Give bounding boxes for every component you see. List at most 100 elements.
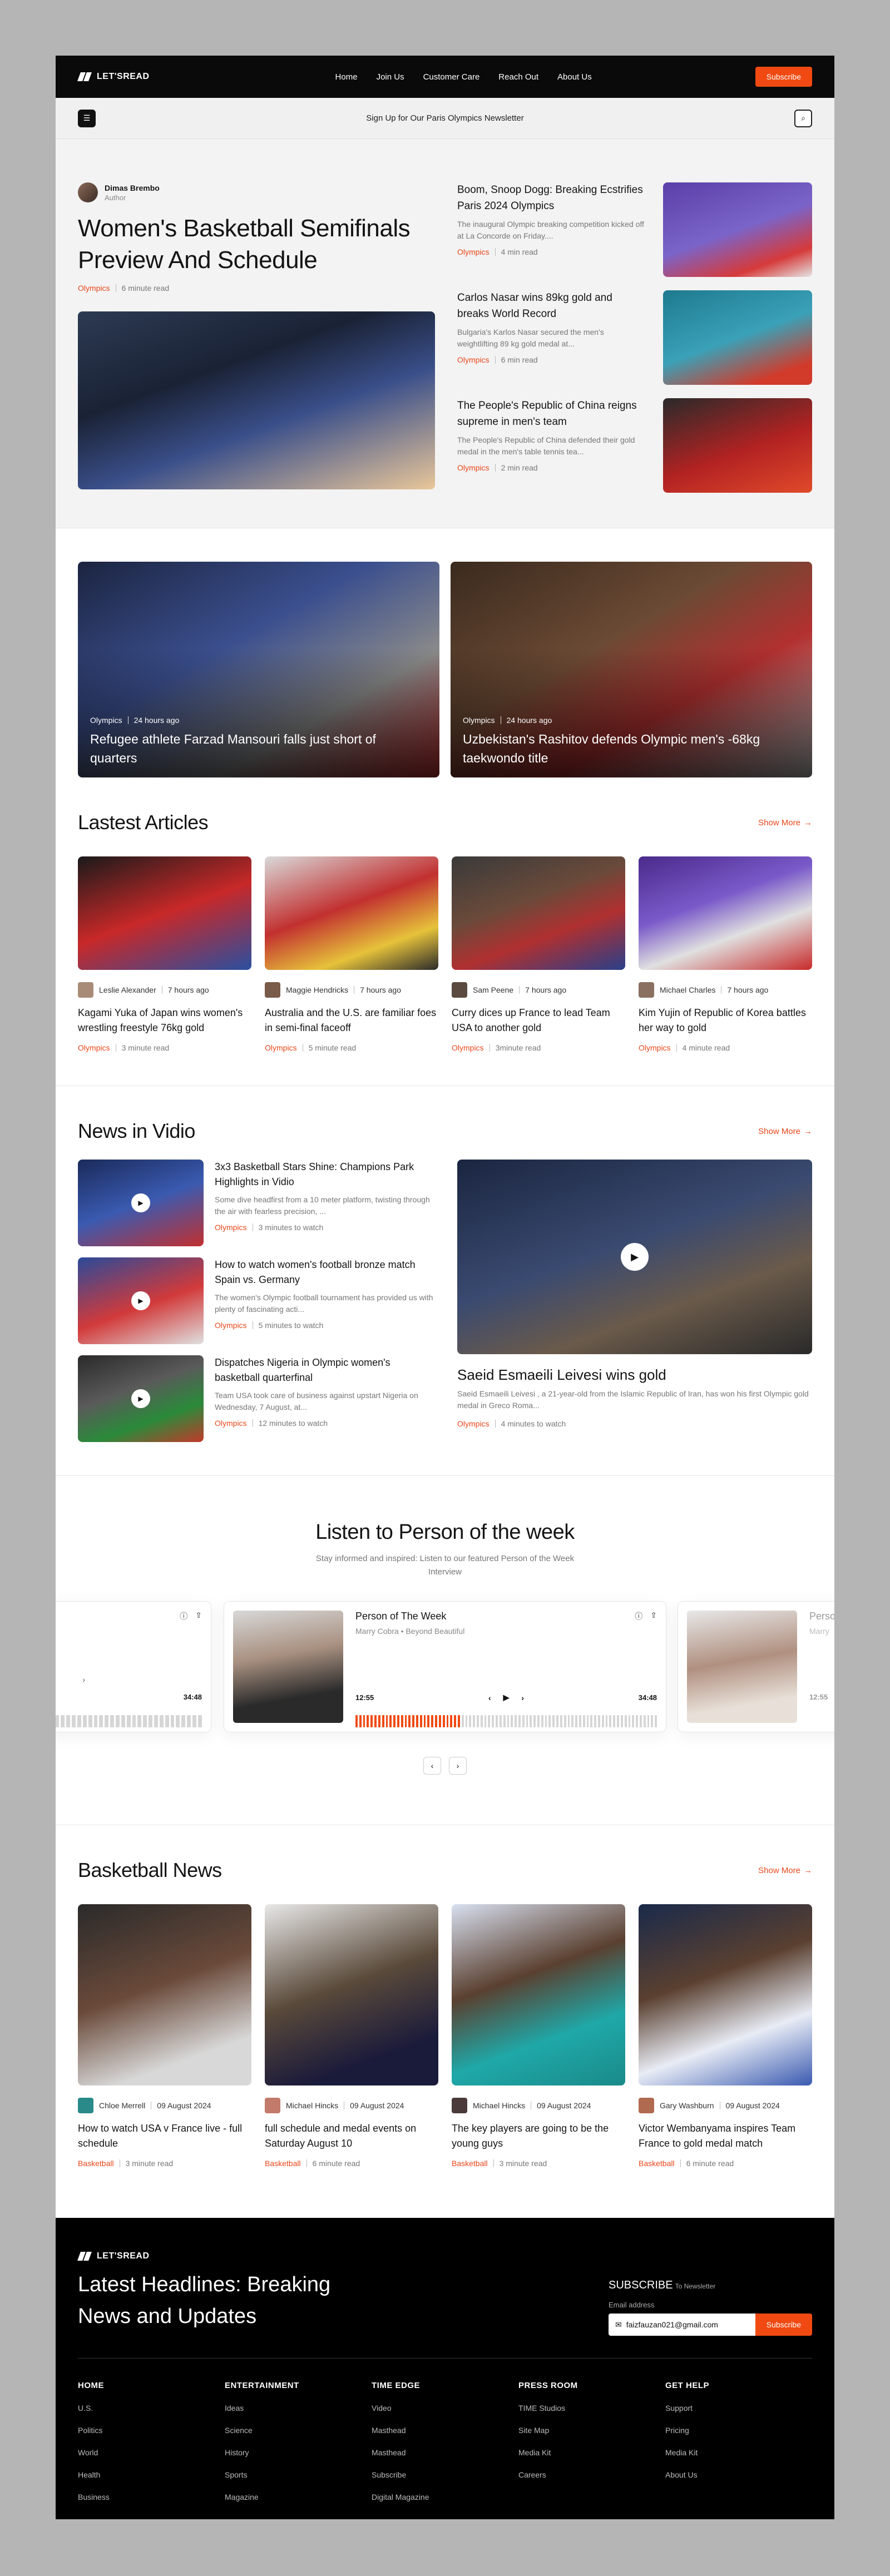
category-tag[interactable]: Olympics — [457, 355, 490, 364]
podcast-card-active[interactable]: Person of The Week Marry Cobra • Beyond … — [224, 1601, 666, 1732]
article-card[interactable]: Sam Peene 7 hours ago Curry dices up Fran… — [452, 856, 625, 1052]
brand-logo[interactable]: LET'SREAD — [77, 72, 150, 82]
side-article[interactable]: The People's Republic of China reigns su… — [457, 398, 812, 493]
article-card[interactable]: Michael Hincks 09 August 2024 full schedu… — [265, 1904, 438, 2168]
footer-link[interactable]: Subscribe — [372, 2470, 518, 2479]
article-card[interactable]: Maggie Hendricks 7 hours ago Australia an… — [265, 856, 438, 1052]
podcast-card-next[interactable]: Perso Marry 12:55 — [678, 1601, 834, 1732]
info-icon[interactable]: ⓘ — [180, 1611, 187, 1622]
menu-icon[interactable]: ☰ — [78, 109, 96, 127]
article-title[interactable]: How to watch USA v France live - full sc… — [78, 2121, 251, 2151]
footer-link[interactable]: Video — [372, 2404, 518, 2412]
footer-link[interactable]: Business — [78, 2493, 225, 2501]
category-tag[interactable]: Olympics — [452, 1043, 484, 1052]
article-title[interactable]: Kagami Yuka of Japan wins women's wrestl… — [78, 1005, 251, 1036]
side-article[interactable]: Carlos Nasar wins 89kg gold and breaks W… — [457, 290, 812, 385]
article-title[interactable]: Curry dices up France to lead Team USA t… — [452, 1005, 625, 1036]
footer-link[interactable]: About Us — [665, 2470, 812, 2479]
article-title[interactable]: Australia and the U.S. are familiar foes… — [265, 1005, 438, 1036]
category-tag[interactable]: Olympics — [457, 463, 490, 472]
carousel-next-icon[interactable]: › — [449, 1757, 467, 1775]
footer-link[interactable]: World — [78, 2448, 225, 2457]
video-thumbnail[interactable]: ▶ — [78, 1257, 204, 1344]
category-tag[interactable]: Basketball — [78, 2159, 114, 2168]
footer-link[interactable]: History — [225, 2448, 372, 2457]
category-tag[interactable]: Basketball — [639, 2159, 675, 2168]
footer-link[interactable]: Masthead — [372, 2448, 518, 2457]
footer-link[interactable]: Careers — [518, 2470, 665, 2479]
article-title[interactable]: full schedule and medal events on Saturd… — [265, 2121, 438, 2151]
hero-title[interactable]: Women's Basketball Semifinals Preview An… — [78, 212, 435, 276]
previous-icon[interactable]: ‹ — [488, 1693, 491, 1702]
video-title[interactable]: 3x3 Basketball Stars Shine: Champions Pa… — [215, 1160, 435, 1190]
audio-waveform[interactable] — [355, 1714, 657, 1728]
play-icon[interactable]: ▶ — [621, 1243, 649, 1271]
article-title[interactable]: Kim Yujin of Republic of Korea battles h… — [639, 1005, 812, 1036]
article-card[interactable]: Michael Charles 7 hours ago Kim Yujin of … — [639, 856, 812, 1052]
category-tag[interactable]: Olympics — [215, 1223, 247, 1232]
next-icon[interactable]: › — [521, 1693, 524, 1702]
side-article-image[interactable] — [663, 398, 812, 493]
play-icon[interactable]: ▶ — [131, 1193, 150, 1212]
footer-link[interactable]: Pricing — [665, 2426, 812, 2435]
article-card[interactable]: Chloe Merrell 09 August 2024 How to watch… — [78, 1904, 251, 2168]
subscribe-button[interactable]: Subscribe — [755, 67, 812, 87]
chevron-right-icon[interactable]: › — [82, 1675, 85, 1684]
video-item[interactable]: ▶ 3x3 Basketball Stars Shine: Champions … — [78, 1160, 435, 1246]
search-icon[interactable]: ⌕ — [794, 109, 812, 127]
article-image[interactable] — [452, 856, 625, 970]
article-title[interactable]: Victor Wembanyama inspires Team France t… — [639, 2121, 812, 2151]
category-tag[interactable]: Olympics — [265, 1043, 297, 1052]
nav-link-home[interactable]: Home — [335, 72, 358, 82]
article-card[interactable]: Michael Hincks 09 August 2024 The key pla… — [452, 1904, 625, 2168]
hero-image[interactable] — [78, 311, 435, 490]
newsletter-text[interactable]: Sign Up for Our Paris Olympics Newslette… — [366, 113, 523, 123]
article-image[interactable] — [639, 1904, 812, 2085]
category-tag[interactable]: Olympics — [457, 1419, 490, 1428]
video-item[interactable]: ▶ Dispatches Nigeria in Olympic women's … — [78, 1355, 435, 1442]
info-icon[interactable]: ⓘ — [635, 1611, 642, 1622]
side-article-title[interactable]: Carlos Nasar wins 89kg gold and breaks W… — [457, 290, 646, 322]
feature-title[interactable]: Refugee athlete Farzad Mansouri falls ju… — [90, 730, 417, 767]
category-tag[interactable]: Olympics — [215, 1419, 247, 1428]
category-tag[interactable]: Olympics — [639, 1043, 671, 1052]
nav-link-join-us[interactable]: Join Us — [377, 72, 404, 82]
feature-title[interactable]: Uzbekistan's Rashitov defends Olympic me… — [463, 730, 790, 767]
footer-link[interactable]: Media Kit — [665, 2448, 812, 2457]
footer-link[interactable]: Science — [225, 2426, 372, 2435]
article-card[interactable]: Gary Washburn 09 August 2024 Victor Wemba… — [639, 1904, 812, 2168]
carousel-prev-icon[interactable]: ‹ — [423, 1757, 441, 1775]
show-more-link[interactable]: Show More → — [758, 1866, 812, 1875]
category-tag[interactable]: Olympics — [457, 247, 490, 256]
footer-link[interactable]: Magazine — [225, 2493, 372, 2501]
footer-link[interactable]: Sports — [225, 2470, 372, 2479]
footer-logo[interactable]: LET'SREAD — [77, 2251, 367, 2261]
category-tag[interactable]: Olympics — [463, 716, 495, 725]
article-image[interactable] — [78, 856, 251, 970]
footer-link[interactable]: Ideas — [225, 2404, 372, 2412]
featured-video[interactable]: ▶ Saeid Esmaeili Leivesi wins gold Saeid… — [457, 1160, 812, 1442]
video-thumbnail[interactable]: ▶ — [78, 1160, 204, 1246]
show-more-link[interactable]: Show More → — [758, 1127, 812, 1136]
nav-link-customer-care[interactable]: Customer Care — [423, 72, 480, 82]
podcast-card-prev[interactable]: ⓘ ⇪ 34:48 › — [56, 1601, 211, 1732]
share-icon[interactable]: ⇪ — [650, 1611, 657, 1622]
footer-link[interactable]: TIME Studios — [518, 2404, 665, 2412]
video-thumbnail[interactable]: ▶ — [78, 1355, 204, 1442]
article-card[interactable]: Leslie Alexander 7 hours ago Kagami Yuka … — [78, 856, 251, 1052]
side-article-title[interactable]: Boom, Snoop Dogg: Breaking Ecstrifies Pa… — [457, 182, 646, 214]
category-tag[interactable]: Basketball — [452, 2159, 488, 2168]
footer-link[interactable]: Masthead — [372, 2426, 518, 2435]
show-more-link[interactable]: Show More → — [758, 818, 812, 828]
nav-link-about-us[interactable]: About Us — [557, 72, 592, 82]
article-image[interactable] — [265, 856, 438, 970]
share-icon[interactable]: ⇪ — [195, 1611, 202, 1622]
audio-waveform[interactable] — [56, 1714, 202, 1728]
video-title[interactable]: Dispatches Nigeria in Olympic women's ba… — [215, 1355, 435, 1385]
video-title[interactable]: How to watch women's football bronze mat… — [215, 1257, 435, 1287]
play-icon[interactable]: ▶ — [503, 1693, 510, 1702]
article-image[interactable] — [452, 1904, 625, 2085]
category-tag[interactable]: Olympics — [215, 1321, 247, 1330]
category-tag[interactable]: Olympics — [90, 716, 122, 725]
side-article-image[interactable] — [663, 290, 812, 385]
